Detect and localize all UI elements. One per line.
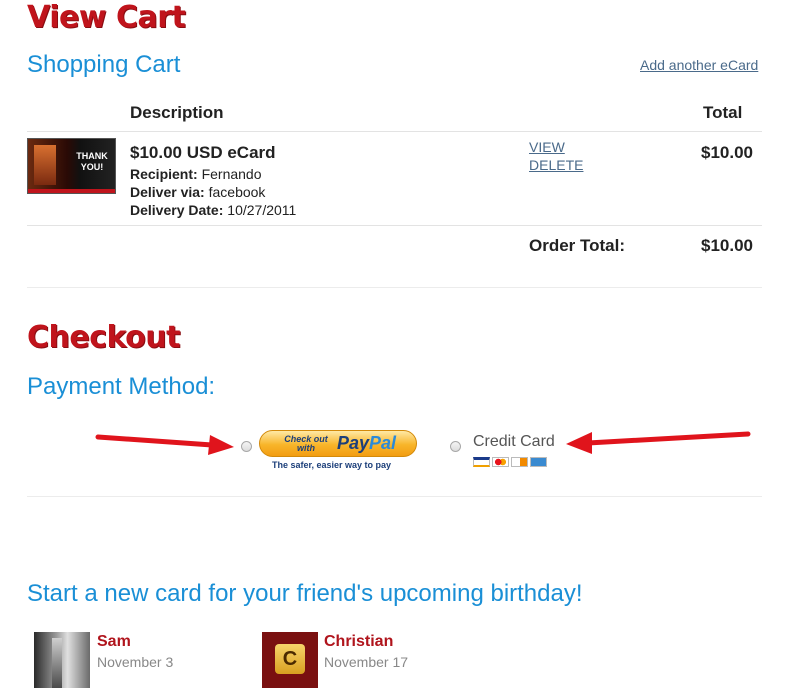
delivery-date-value: 10/27/2011 [227,202,297,218]
discover-icon [511,457,528,467]
view-link[interactable]: VIEW [529,139,565,155]
friend-date-sam: November 3 [97,654,174,670]
order-total-value: $10.00 [701,236,753,255]
paypal-logo-pal: Pal [369,433,397,453]
deliver-via-value: facebook [208,184,266,200]
friend-avatar-christian[interactable]: C [262,632,318,688]
paypal-checkout-button[interactable]: Check out with PayPal [259,430,417,457]
paypal-logo: PayPal [337,433,396,454]
paypal-checkout-text: Check out with [284,433,328,453]
cart-bottom-divider [27,287,762,288]
friend-date-christian: November 17 [324,654,409,670]
payment-method-heading: Payment Method: [27,373,216,400]
ecard-name: $10.00 USD eCard [130,143,276,162]
payment-bottom-divider [27,496,762,497]
thumbnail-figure [34,145,56,185]
add-another-ecard-link[interactable]: Add another eCard [640,57,758,73]
credit-card-label[interactable]: Credit Card [473,433,555,451]
column-description: Description [130,103,224,122]
delete-link[interactable]: DELETE [529,157,583,173]
amex-icon [530,457,547,467]
delivery-date-label: Delivery Date: [130,202,224,218]
ecard-thumbnail[interactable]: THANK YOU! [27,138,116,194]
credit-card-radio[interactable] [450,441,461,452]
thumbnail-stripe [28,189,115,193]
friend-name-christian[interactable]: Christian [324,633,393,651]
friend-name-sam[interactable]: Sam [97,633,131,651]
order-total-label: Order Total: [529,236,626,255]
arrow-pointing-credit-card-icon [566,431,751,454]
view-cart-title: View Cart [27,0,186,35]
recipient-value: Fernando [201,166,262,182]
shopping-cart-heading: Shopping Cart [27,51,181,78]
thumbnail-text: THANK YOU! [76,151,108,172]
card-logos [473,454,549,467]
arrow-pointing-paypal-icon [95,434,234,455]
deliver-via-label: Deliver via: [130,184,205,200]
paypal-radio[interactable] [241,441,252,452]
mastercard-icon [492,457,509,467]
column-total: Total [703,103,743,122]
birthday-heading: Start a new card for your friend's upcom… [27,580,583,607]
item-divider [27,225,762,226]
avatar-tile-icon: C [275,644,305,674]
avatar-building [52,638,62,688]
recipient-label: Recipient: [130,166,198,182]
table-divider [27,131,762,132]
checkout-title: Checkout [27,320,180,355]
visa-icon [473,457,490,467]
friend-avatar-sam[interactable] [34,632,90,688]
item-total: $10.00 [701,143,753,162]
paypal-logo-pay: Pay [336,433,369,453]
paypal-tagline: The safer, easier way to pay [272,460,392,470]
